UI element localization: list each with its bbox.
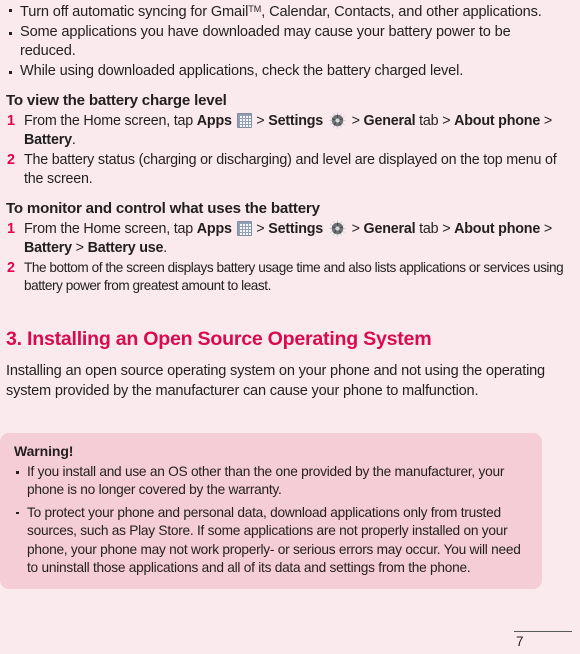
plain-text: > xyxy=(347,220,364,237)
plain-text xyxy=(232,221,236,237)
plain-text: > xyxy=(252,220,269,237)
plain-text: From the Home screen, tap xyxy=(24,220,197,237)
emphasis-text: Battery xyxy=(24,132,72,149)
warning-bullet-list: If you install and use an OS other than … xyxy=(14,463,528,577)
emphasis-text: General xyxy=(363,220,416,237)
page-number: 7 xyxy=(516,634,524,649)
plain-text: . xyxy=(71,132,76,149)
bullet-text-2: While using downloaded applications, che… xyxy=(20,63,464,80)
subheading-monitor-battery: To monitor and control what uses the bat… xyxy=(6,199,320,217)
page-footer: 7 xyxy=(514,631,572,650)
emphasis-text: Apps xyxy=(196,220,232,237)
plain-text: > xyxy=(347,112,364,129)
step-text: From the Home screen, tap Apps > Setting… xyxy=(24,219,552,257)
plain-text: From the Home screen, tap xyxy=(24,112,197,129)
plain-text: > xyxy=(71,240,88,257)
step-number: 1 xyxy=(7,112,15,129)
step-number: 1 xyxy=(7,220,15,237)
warning-title: Warning! xyxy=(14,443,74,459)
step-item: 2 The battery status (charging or discha… xyxy=(6,151,570,190)
footer-rule xyxy=(514,631,572,632)
step-text: The bottom of the screen displays batter… xyxy=(24,259,564,294)
subheading-view-battery: To view the battery charge level xyxy=(6,91,227,109)
step-item: 1 From the Home screen, tap Apps > Setti… xyxy=(6,111,570,151)
apps-grid-icon xyxy=(236,220,252,236)
plain-text: > xyxy=(540,112,552,129)
trademark-symbol: TM xyxy=(248,4,262,14)
emphasis-text: Apps xyxy=(196,112,232,129)
step-text: From the Home screen, tap Apps > Setting… xyxy=(24,111,552,149)
emphasis-text: Battery use xyxy=(87,240,164,257)
bullet-text-1: Some applications you have downloaded ma… xyxy=(20,24,511,60)
plain-text: tab > xyxy=(415,220,455,237)
apps-grid-icon xyxy=(236,112,252,128)
list-item: While using downloaded applications, che… xyxy=(6,62,570,81)
step-item: 2 The bottom of the screen displays batt… xyxy=(6,259,570,296)
step-item: 1 From the Home screen, tap Apps > Setti… xyxy=(6,219,570,259)
plain-text: tab > xyxy=(415,112,455,129)
top-bullet-list: Turn off automatic syncing for GmailTM, … xyxy=(6,0,570,82)
plain-text xyxy=(323,221,327,237)
bullet-text-0: Turn off automatic syncing for GmailTM, … xyxy=(20,3,542,20)
plain-text xyxy=(232,113,236,129)
emphasis-text: Battery xyxy=(24,240,72,257)
warning-text-1: To protect your phone and personal data,… xyxy=(27,504,521,576)
warning-text-0: If you install and use an OS other than … xyxy=(27,464,505,498)
emphasis-text: About phone xyxy=(454,220,541,237)
list-item: If you install and use an OS other than … xyxy=(14,463,528,500)
emphasis-text: General xyxy=(363,112,416,129)
steps-view-battery: 1 From the Home screen, tap Apps > Setti… xyxy=(6,111,570,190)
emphasis-text: About phone xyxy=(454,112,541,129)
manual-page: Turn off automatic syncing for GmailTM, … xyxy=(0,0,580,654)
step-number: 2 xyxy=(7,151,15,168)
plain-text: . xyxy=(163,240,168,257)
list-item: Some applications you have downloaded ma… xyxy=(6,23,570,61)
settings-gear-icon xyxy=(329,219,346,237)
section-paragraph-open-source: Installing an open source operating syst… xyxy=(6,363,545,399)
warning-box: Warning! If you install and use an OS ot… xyxy=(0,433,542,590)
emphasis-text: Settings xyxy=(268,220,324,237)
step-number: 2 xyxy=(7,259,15,276)
step-text: The battery status (charging or discharg… xyxy=(24,151,557,188)
list-item: To protect your phone and personal data,… xyxy=(14,504,528,578)
plain-text: > xyxy=(540,220,552,237)
emphasis-text: Settings xyxy=(268,112,324,129)
page-content: Turn off automatic syncing for GmailTM, … xyxy=(0,0,580,401)
plain-text xyxy=(323,113,327,129)
settings-gear-icon xyxy=(329,111,346,129)
list-item: Turn off automatic syncing for GmailTM, … xyxy=(6,0,570,22)
section-title-open-source: 3. Installing an Open Source Operating S… xyxy=(6,328,432,351)
steps-monitor-battery: 1 From the Home screen, tap Apps > Setti… xyxy=(6,219,570,296)
plain-text: > xyxy=(252,112,269,129)
